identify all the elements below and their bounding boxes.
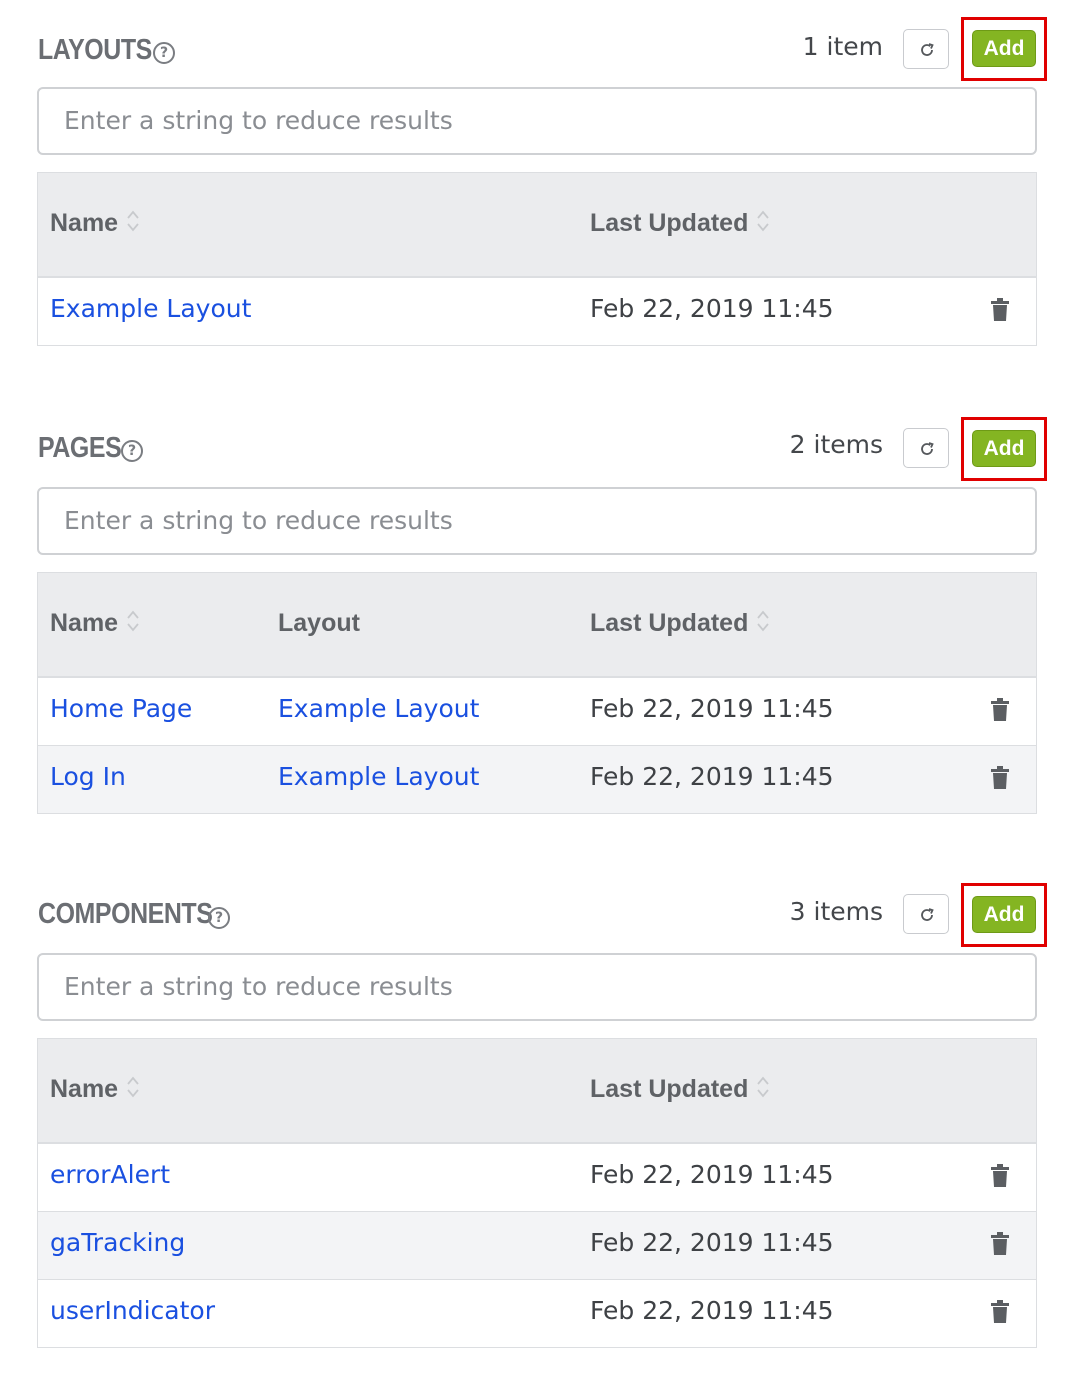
refresh-icon [921,442,934,455]
add-button-highlight: Add [961,883,1047,947]
help-icon[interactable]: ? [208,907,230,929]
column-header-label: Last Updated [590,209,749,237]
table-row: errorAlert Feb 22, 2019 11:45 [38,1143,1036,1211]
trash-icon[interactable] [989,698,1011,724]
add-button[interactable]: Add [972,30,1036,67]
column-header-name[interactable]: Name [50,173,140,277]
trash-icon[interactable] [989,766,1011,792]
item-count: 3 items [789,897,883,926]
column-header-label: Name [50,209,119,237]
sort-icon [757,1076,770,1098]
refresh-icon [921,908,934,921]
table-header: Name Last Updated [38,173,1036,277]
section-title: PAGES [38,432,122,464]
add-button-highlight: Add [961,17,1047,81]
sort-icon [757,210,770,232]
item-count: 2 items [789,430,883,459]
name-link[interactable]: Log In [50,746,126,813]
last-updated: Feb 22, 2019 11:45 [590,762,834,791]
column-header-last-updated[interactable]: Last Updated [590,173,770,277]
last-updated: Feb 22, 2019 11:45 [590,1228,834,1257]
table-row: userIndicator Feb 22, 2019 11:45 [38,1279,1036,1347]
last-updated: Feb 22, 2019 11:45 [590,1160,834,1189]
help-icon[interactable]: ? [121,440,143,462]
layouts-section: LAYOUTS ? 1 item Add Enter a string to r… [0,0,1071,360]
item-count: 1 item [802,32,883,61]
name-link[interactable]: Home Page [50,678,192,745]
last-updated: Feb 22, 2019 11:45 [590,1296,834,1325]
pages-table: Name Layout Last Updated Home Page Examp… [37,572,1037,814]
column-header-last-updated[interactable]: Last Updated [590,1039,770,1143]
section-title: COMPONENTS [38,898,213,930]
column-header-last-updated[interactable]: Last Updated [590,573,770,677]
table-header: Name Last Updated [38,1039,1036,1143]
name-link[interactable]: userIndicator [50,1280,215,1347]
name-link[interactable]: gaTracking [50,1212,185,1279]
pages-section: PAGES ? 2 items Add Enter a string to re… [0,400,1071,820]
add-button[interactable]: Add [972,896,1036,933]
sort-icon [127,1076,139,1098]
filter-input[interactable]: Enter a string to reduce results [37,953,1037,1021]
table-row: gaTracking Feb 22, 2019 11:45 [38,1211,1036,1279]
add-button-highlight: Add [961,417,1047,481]
add-button[interactable]: Add [972,430,1036,467]
refresh-button[interactable] [903,894,949,934]
column-header-label: Name [50,609,119,637]
sort-icon [757,610,770,632]
column-header-name[interactable]: Name [50,573,140,677]
column-header-layout: Layout [278,609,360,637]
sort-icon [127,210,139,232]
components-section: COMPONENTS ? 3 items Add Enter a string … [0,866,1071,1366]
name-link[interactable]: errorAlert [50,1144,170,1211]
table-row: Log In Example Layout Feb 22, 2019 11:45 [38,745,1036,813]
refresh-button[interactable] [903,428,949,468]
refresh-button[interactable] [903,29,949,69]
refresh-icon [921,43,934,56]
column-header-label: Last Updated [590,609,749,637]
trash-icon[interactable] [989,298,1011,324]
column-header-label: Name [50,1075,119,1103]
help-icon[interactable]: ? [153,42,175,64]
trash-icon[interactable] [989,1232,1011,1258]
filter-input[interactable]: Enter a string to reduce results [37,487,1037,555]
last-updated: Feb 22, 2019 11:45 [590,294,834,323]
column-header-name[interactable]: Name [50,1039,140,1143]
trash-icon[interactable] [989,1300,1011,1326]
table-row: Home Page Example Layout Feb 22, 2019 11… [38,677,1036,745]
column-header-label: Last Updated [590,1075,749,1103]
trash-icon[interactable] [989,1164,1011,1190]
last-updated: Feb 22, 2019 11:45 [590,694,834,723]
table-header: Name Layout Last Updated [38,573,1036,677]
layout-link[interactable]: Example Layout [278,678,479,745]
name-link[interactable]: Example Layout [50,278,251,345]
components-table: Name Last Updated errorAlert Feb 22, 201… [37,1038,1037,1348]
layout-link[interactable]: Example Layout [278,746,479,813]
sort-icon [127,610,139,632]
filter-input[interactable]: Enter a string to reduce results [37,87,1037,155]
table-row: Example Layout Feb 22, 2019 11:45 [38,277,1036,345]
layouts-table: Name Last Updated Example Layout Feb 22,… [37,172,1037,346]
section-title: LAYOUTS [38,34,152,66]
